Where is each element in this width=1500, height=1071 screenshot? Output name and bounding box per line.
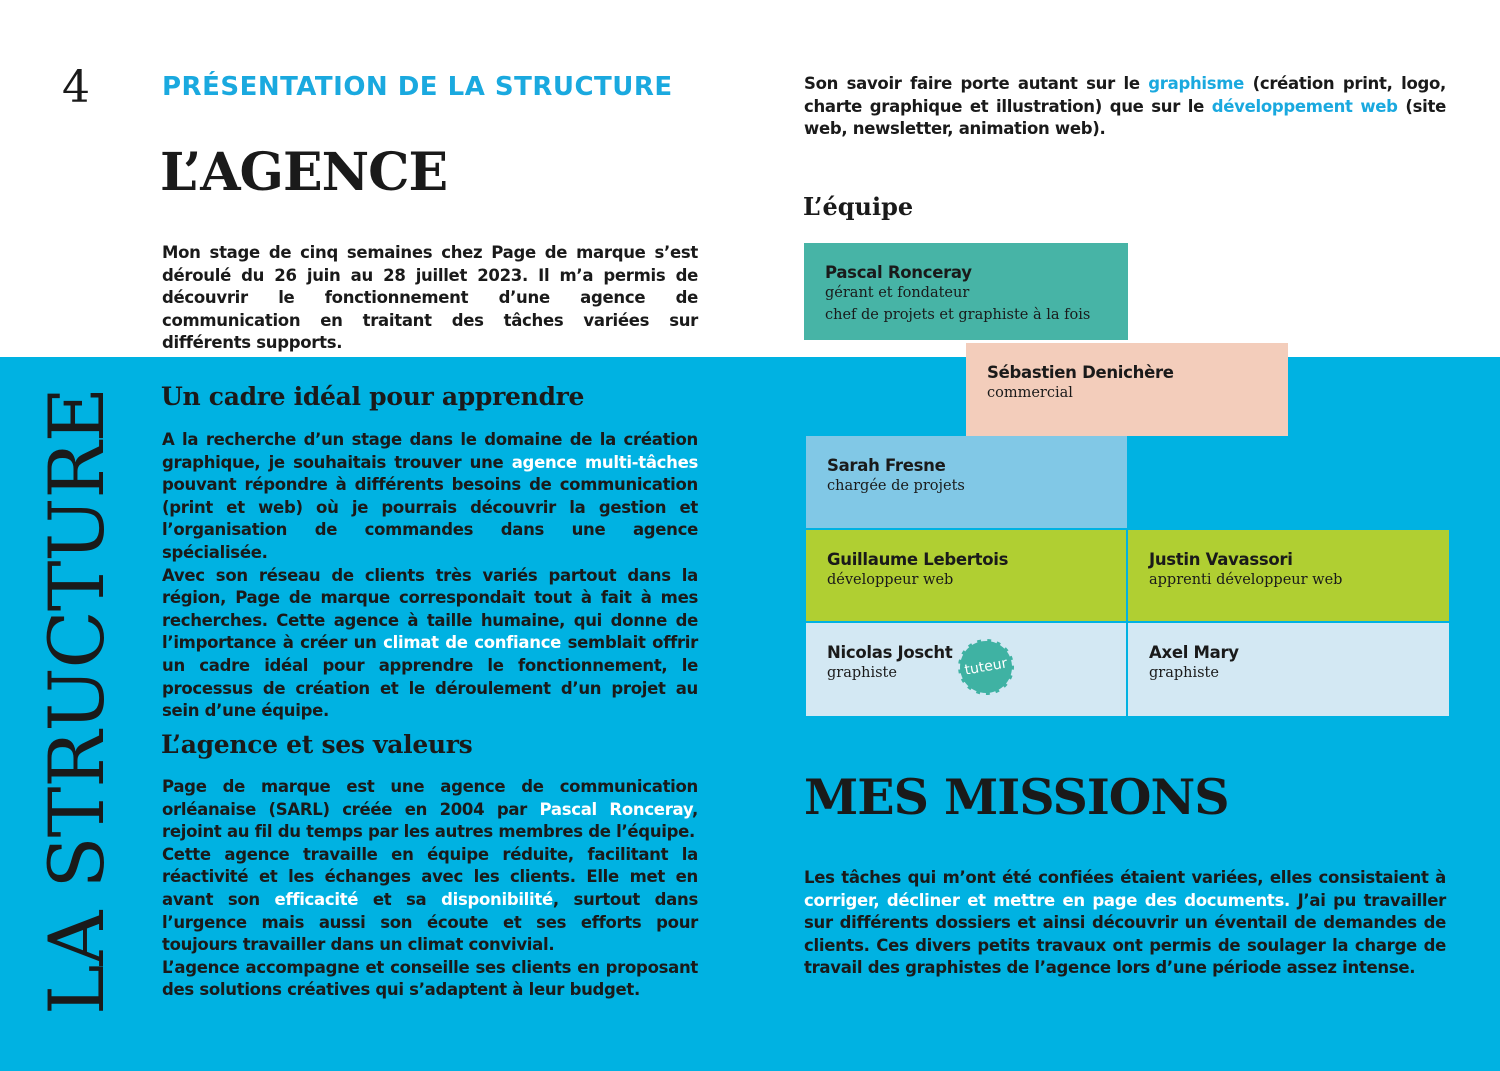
highlight-efficacite: efficacité	[274, 889, 359, 909]
member-name: Guillaume Lebertois	[827, 550, 1009, 569]
member-role: graphiste	[1149, 665, 1219, 681]
highlight-corriger: corriger, décliner et mettre en page des…	[804, 890, 1290, 910]
member-role: apprenti développeur web	[1149, 572, 1343, 588]
intro-paragraph: Mon stage de cinq semaines chez Page de …	[162, 243, 698, 353]
member-role: développeur web	[827, 572, 954, 588]
highlight-climat-confiance: climat de confiance	[383, 633, 562, 653]
team-card-justin: Justin Vavassori apprenti développeur we…	[1128, 530, 1449, 621]
team-card-guillaume: Guillaume Lebertois développeur web	[806, 530, 1126, 621]
member-name: Axel Mary	[1149, 643, 1239, 662]
team-card-sarah: Sarah Fresne chargée de projets	[806, 436, 1127, 528]
member-role: chargée de projets	[827, 478, 965, 494]
member-role: gérant et fondateur	[825, 285, 970, 301]
member-role: chef de projets et graphiste à la fois	[825, 306, 1091, 323]
valeurs-paragraph: Page de marque est une agence de communi…	[162, 777, 698, 1000]
heading-agence: L’AGENCE	[160, 142, 448, 203]
team-card-axel: Axel Mary graphiste	[1128, 623, 1449, 716]
member-name: Sébastien Denichère	[987, 363, 1174, 382]
heading-equipe: L’équipe	[803, 192, 914, 221]
member-name: Justin Vavassori	[1149, 550, 1293, 569]
cadre-paragraph: A la recherche d’un stage dans le domain…	[162, 430, 699, 721]
team-card-pascal: Pascal Ronceray gérant et fondateur chef…	[804, 243, 1128, 340]
highlight-agence-multi-taches: agence multi-tâches	[511, 452, 699, 472]
highlight-developpement-web: développement web	[1211, 96, 1398, 116]
heading-missions: MES MISSIONS	[804, 768, 1230, 826]
team-card-sebastien: Sébastien Denichère commercial	[966, 343, 1288, 436]
highlight-graphisme: graphisme	[1148, 74, 1245, 93]
side-title: LA STRUCTURE	[32, 387, 121, 1015]
section-label: PRÉSENTATION DE LA STRUCTURE	[162, 72, 673, 102]
member-role: commercial	[987, 385, 1073, 401]
subheading-cadre: Un cadre idéal pour apprendre	[161, 382, 585, 411]
page-number: 4	[62, 62, 90, 113]
missions-paragraph: Les tâches qui m’ont été confiées étaien…	[804, 868, 1446, 978]
member-name: Sarah Fresne	[827, 456, 946, 475]
highlight-disponibilite: disponibilité	[441, 889, 553, 909]
highlight-pascal-ronceray: Pascal Ronceray	[539, 799, 693, 819]
subheading-valeurs: L’agence et ses valeurs	[161, 730, 473, 759]
member-name: Pascal Ronceray	[825, 263, 972, 282]
savoir-faire-paragraph: Son savoir faire porte autant sur le gra…	[804, 74, 1446, 139]
